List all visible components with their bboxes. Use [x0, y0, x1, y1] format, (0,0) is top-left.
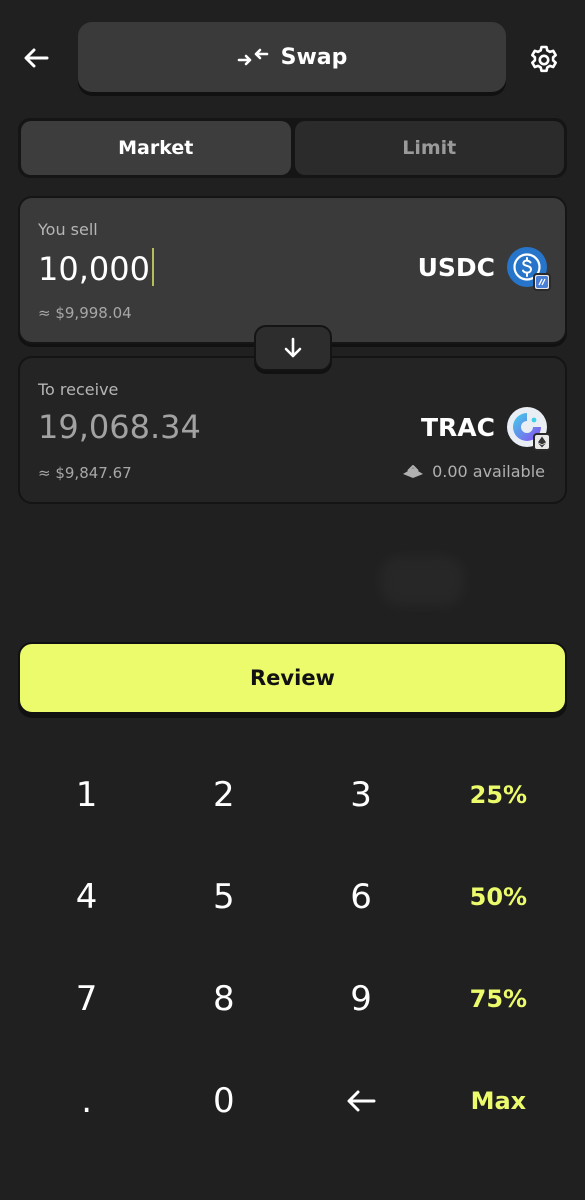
- swap-screen: Swap Market Limit You sell 10,000 ≈ $9,9…: [0, 0, 585, 1200]
- usdc-logo-icon: [507, 247, 551, 291]
- sell-amount-input[interactable]: 10,000: [38, 248, 154, 288]
- key-25-percent[interactable]: 25%: [430, 744, 567, 846]
- key-7[interactable]: 7: [18, 948, 155, 1050]
- back-button[interactable]: [16, 38, 56, 78]
- swap-arrows-icon: [237, 48, 268, 66]
- key-3[interactable]: 3: [293, 744, 430, 846]
- numeric-keypad: 1 2 3 25% 4 5 6 50% 7 8 9 75% . 0 Max: [18, 744, 567, 1152]
- key-1[interactable]: 1: [18, 744, 155, 846]
- tab-market[interactable]: Market: [21, 121, 291, 175]
- key-backspace[interactable]: [293, 1050, 430, 1152]
- flip-tokens-button[interactable]: [254, 325, 332, 371]
- tab-limit[interactable]: Limit: [294, 121, 564, 175]
- order-type-tabs: Market Limit: [18, 118, 567, 178]
- sell-usd-value: ≈ $9,998.04: [38, 304, 132, 322]
- blurred-artifact: [380, 556, 464, 606]
- key-decimal[interactable]: .: [18, 1050, 155, 1152]
- sell-label: You sell: [38, 220, 98, 239]
- review-button[interactable]: Review: [18, 642, 567, 714]
- receive-token-selector[interactable]: TRAC: [421, 406, 551, 451]
- available-balance: 0.00 available: [402, 462, 545, 481]
- wallet-icon: [403, 464, 424, 478]
- receive-usd-value: ≈ $9,847.67: [38, 464, 132, 482]
- sell-token-symbol: USDC: [417, 252, 495, 282]
- sell-card[interactable]: You sell 10,000 ≈ $9,998.04 USDC: [18, 196, 567, 344]
- backspace-arrow-icon: [347, 1090, 376, 1112]
- key-75-percent[interactable]: 75%: [430, 948, 567, 1050]
- key-4[interactable]: 4: [18, 846, 155, 948]
- swap-title-pill[interactable]: Swap: [78, 22, 506, 92]
- key-6[interactable]: 6: [293, 846, 430, 948]
- arrow-down-icon: [284, 337, 302, 358]
- receive-token-symbol: TRAC: [421, 412, 495, 442]
- receive-card[interactable]: To receive 19,068.34 ≈ $9,847.67 TRAC 0.…: [18, 356, 567, 504]
- receive-amount: 19,068.34: [38, 408, 201, 446]
- key-5[interactable]: 5: [155, 846, 292, 948]
- trac-logo-icon: [507, 407, 551, 451]
- sell-token-selector[interactable]: USDC: [417, 246, 551, 291]
- gear-icon: [531, 45, 557, 73]
- key-2[interactable]: 2: [155, 744, 292, 846]
- ethereum-icon: [533, 433, 551, 451]
- sell-amount-value: 10,000: [38, 250, 150, 288]
- key-0[interactable]: 0: [155, 1050, 292, 1152]
- key-9[interactable]: 9: [293, 948, 430, 1050]
- receive-label: To receive: [38, 380, 119, 399]
- arrow-left-icon: [24, 48, 49, 68]
- available-text: 0.00 available: [432, 462, 545, 481]
- key-50-percent[interactable]: 50%: [430, 846, 567, 948]
- key-max[interactable]: Max: [430, 1050, 567, 1152]
- page-title: Swap: [280, 44, 348, 70]
- chain-badge-icon: [533, 273, 551, 291]
- text-caret: [151, 248, 154, 286]
- key-8[interactable]: 8: [155, 948, 292, 1050]
- settings-button[interactable]: [522, 38, 566, 82]
